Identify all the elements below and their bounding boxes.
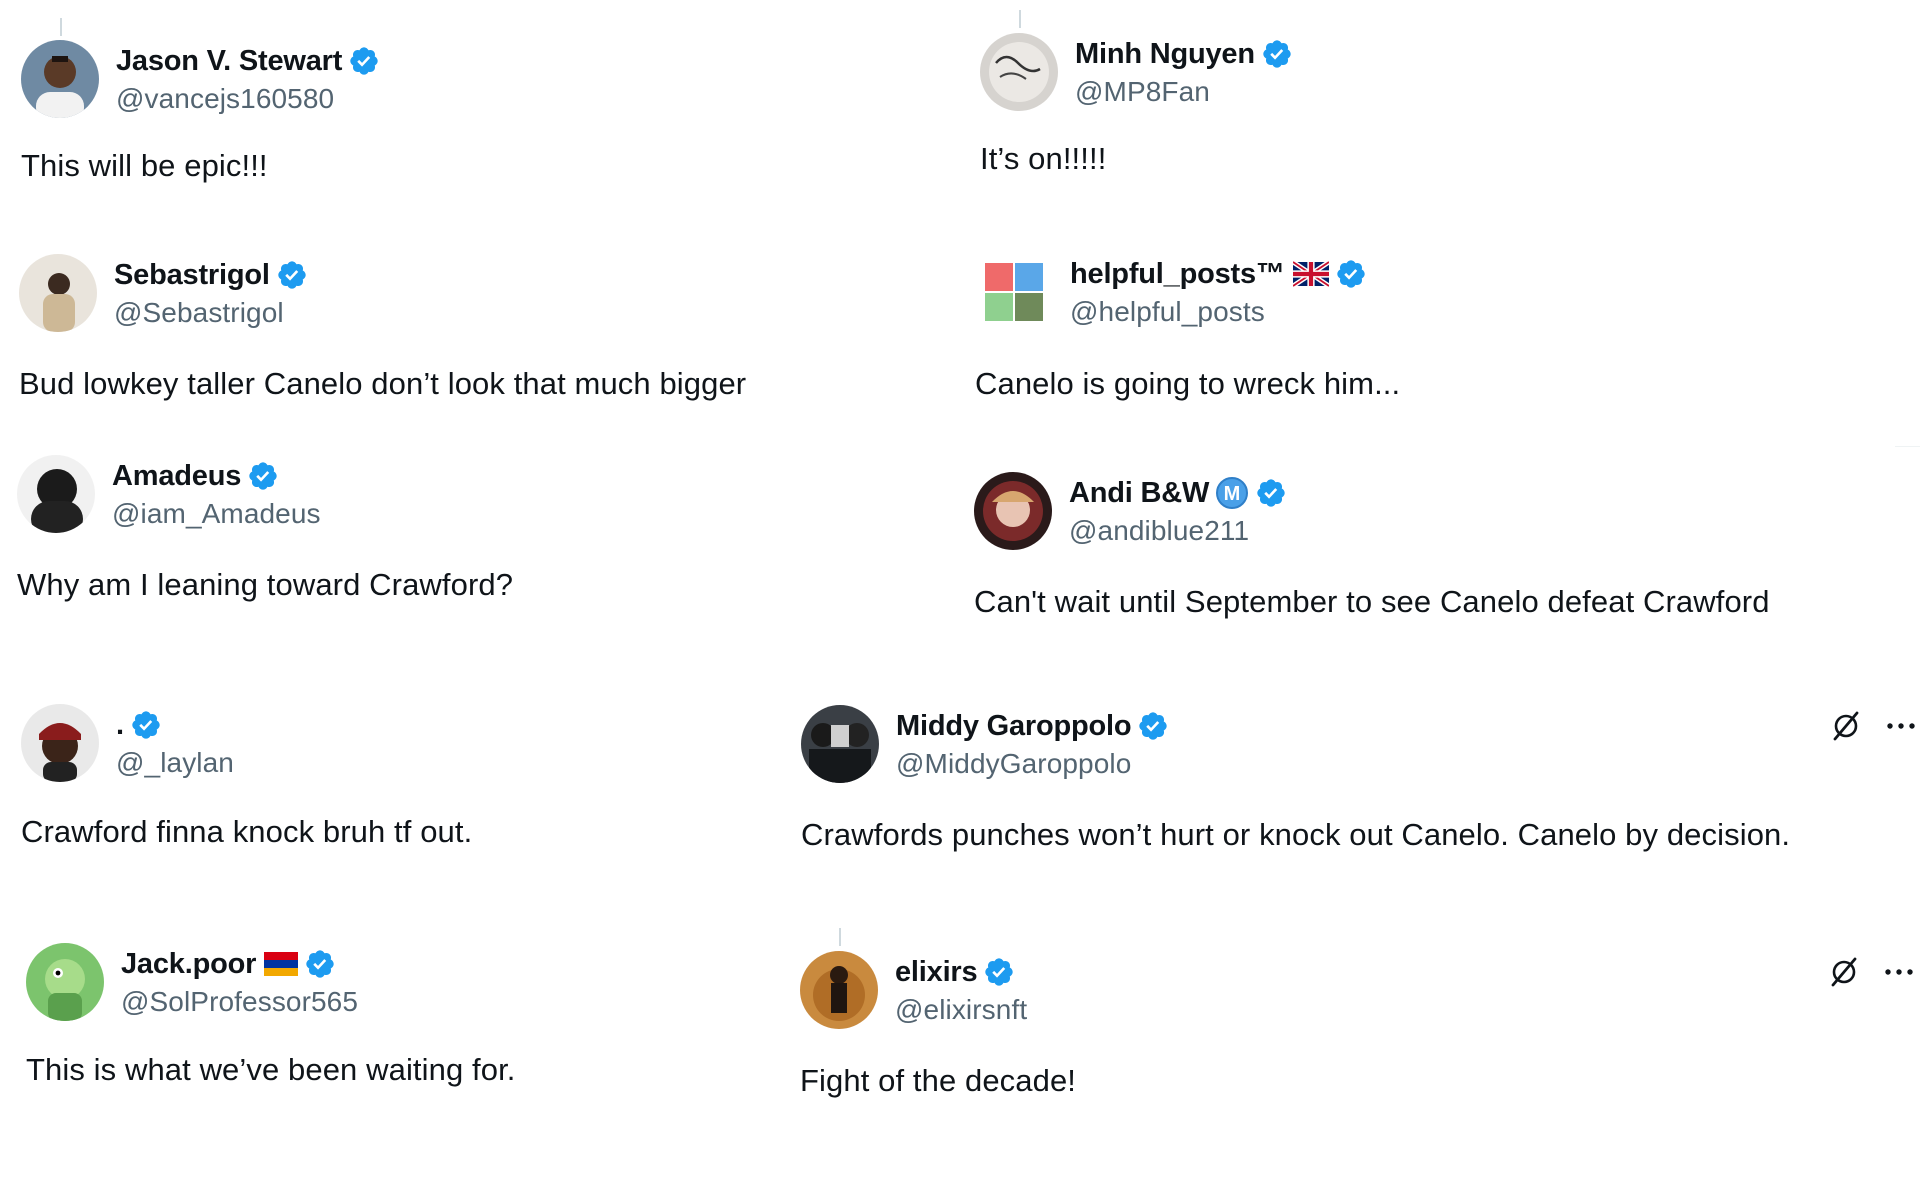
post-text: This will be epic!!! [21, 148, 268, 183]
handle[interactable]: @MiddyGaroppolo [896, 748, 1169, 780]
verified-badge-icon[interactable] [1137, 710, 1169, 742]
avatar[interactable] [26, 943, 104, 1021]
m-badge-icon: M [1215, 476, 1249, 510]
handle[interactable]: @Sebastrigol [114, 297, 308, 329]
handle[interactable]: @SolProfessor565 [121, 986, 358, 1018]
handle[interactable]: @helpful_posts [1070, 296, 1367, 328]
more-options-icon[interactable] [1882, 955, 1916, 989]
avatar[interactable] [21, 704, 99, 782]
divider [1895, 446, 1920, 447]
thread-connector [60, 18, 62, 36]
avatar[interactable] [17, 455, 95, 533]
verified-badge-icon[interactable] [1335, 258, 1367, 290]
handle[interactable]: @_laylan [116, 747, 234, 779]
display-name[interactable]: Andi B&W [1069, 477, 1209, 510]
handle[interactable]: @vancejs160580 [116, 83, 380, 115]
post-text: Crawford finna knock bruh tf out. [21, 814, 473, 849]
verified-badge-icon[interactable] [1255, 477, 1287, 509]
post-text: Fight of the decade! [800, 1063, 1077, 1098]
armenia-flag-icon [264, 952, 299, 976]
display-name[interactable]: Jack.poor [121, 948, 256, 981]
display-name[interactable]: Minh Nguyen [1075, 38, 1255, 71]
handle[interactable]: @elixirsnft [895, 994, 1027, 1026]
display-name[interactable]: Amadeus [112, 460, 241, 493]
handle[interactable]: @iam_Amadeus [112, 498, 321, 530]
post-text: This is what we’ve been waiting for. [26, 1052, 516, 1087]
verified-badge-icon[interactable] [247, 460, 279, 492]
post-text: Crawfords punches won’t hurt or knock ou… [801, 817, 1791, 852]
post-text: Can't wait until September to see Canelo… [974, 584, 1770, 619]
display-name[interactable]: Middy Garoppolo [896, 710, 1132, 743]
avatar[interactable] [800, 951, 878, 1029]
thread-connector [839, 928, 841, 946]
verified-badge-icon[interactable] [983, 956, 1015, 988]
avatar[interactable] [21, 40, 99, 118]
post-text: Why am I leaning toward Crawford? [17, 567, 514, 602]
handle[interactable]: @MP8Fan [1075, 76, 1293, 108]
display-name[interactable]: Sebastrigol [114, 259, 270, 292]
uk-flag-icon [1292, 261, 1329, 287]
display-name[interactable]: helpful_posts™ [1070, 258, 1285, 291]
post-text: It’s on!!!!! [980, 141, 1107, 176]
avatar[interactable] [974, 472, 1052, 550]
svg-text:M: M [1224, 483, 1241, 505]
display-name[interactable]: Jason V. Stewart [116, 45, 342, 78]
avatar[interactable] [975, 253, 1053, 331]
avatar[interactable] [19, 254, 97, 332]
verified-badge-icon[interactable] [130, 709, 162, 741]
grok-icon[interactable] [1829, 709, 1863, 743]
post-text: Bud lowkey taller Canelo don’t look that… [19, 366, 747, 401]
verified-badge-icon[interactable] [348, 45, 380, 77]
grok-icon[interactable] [1827, 955, 1861, 989]
display-name[interactable]: elixirs [895, 956, 978, 989]
verified-badge-icon[interactable] [276, 259, 308, 291]
more-options-icon[interactable] [1884, 709, 1918, 743]
verified-badge-icon[interactable] [304, 948, 336, 980]
post-text: Canelo is going to wreck him... [975, 366, 1401, 401]
avatar[interactable] [801, 705, 879, 783]
handle[interactable]: @andiblue211 [1069, 515, 1287, 547]
display-name[interactable]: . [116, 709, 124, 742]
verified-badge-icon[interactable] [1261, 38, 1293, 70]
avatar[interactable] [980, 33, 1058, 111]
thread-connector [1019, 10, 1021, 28]
